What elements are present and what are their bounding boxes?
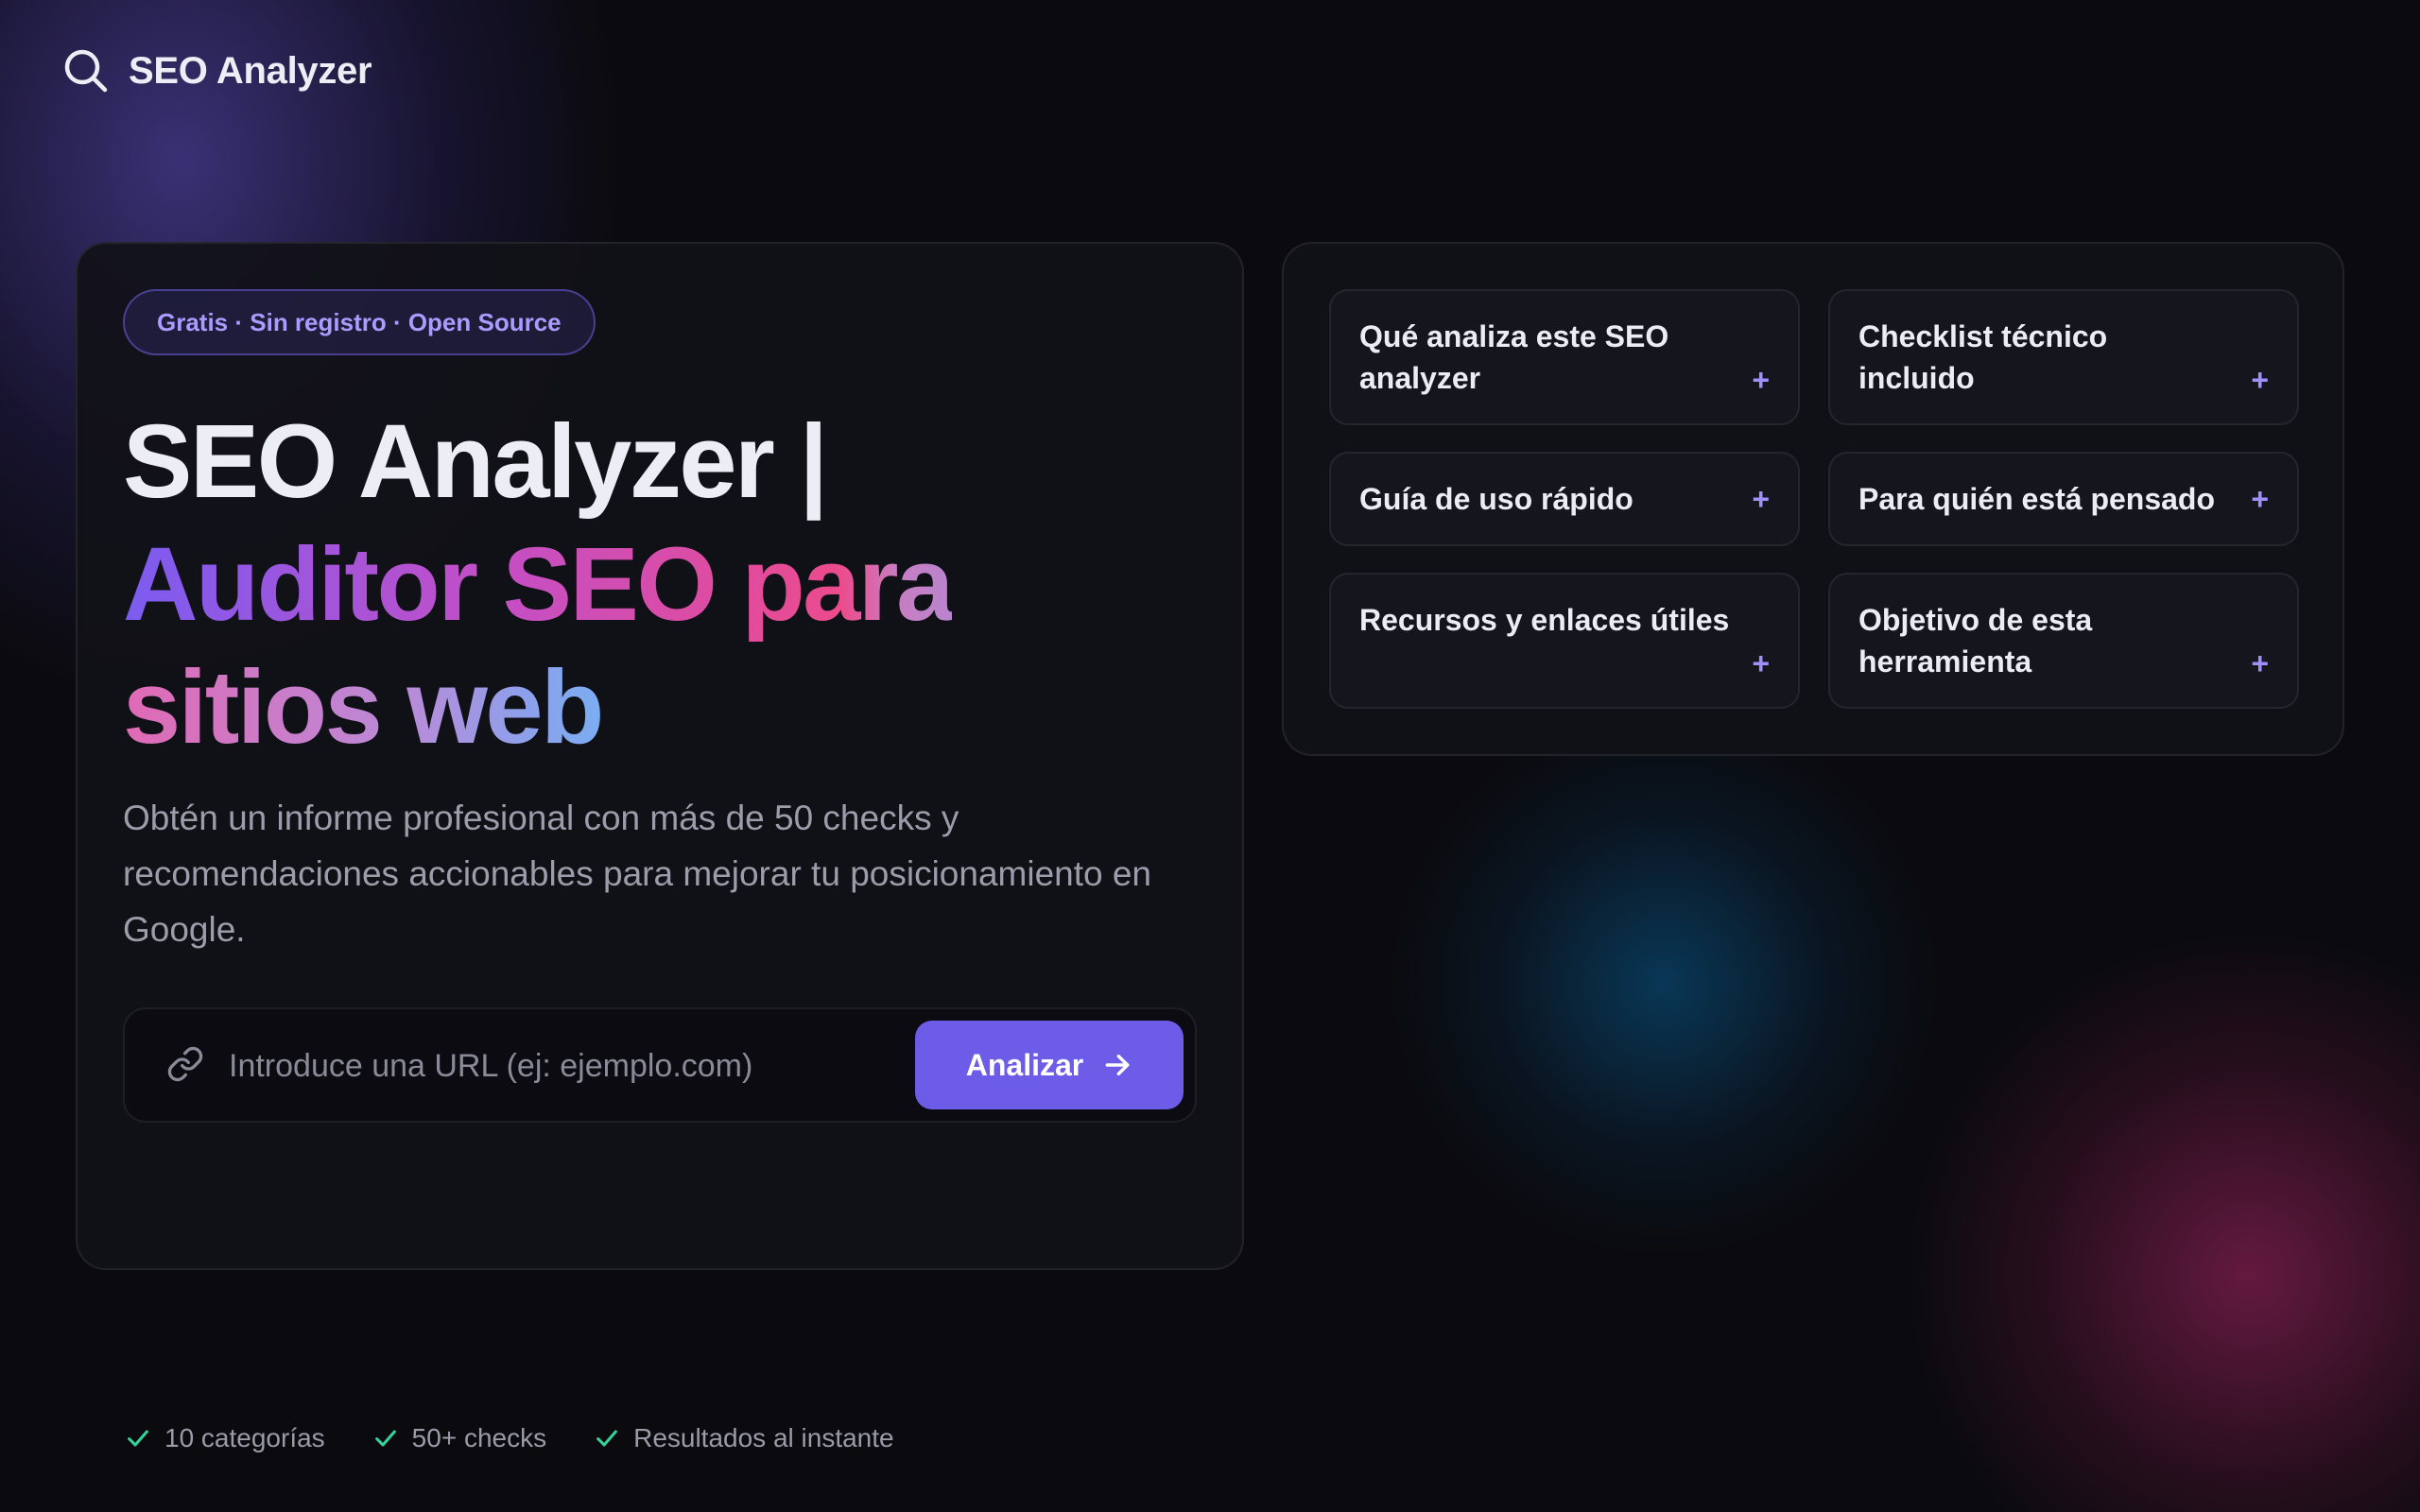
title-line-2-text: Auditor SEO para (123, 526, 954, 643)
faq-item-objetivo[interactable]: Objetivo de esta herramienta + (1828, 573, 2299, 709)
title-line-3: sitios web (123, 646, 1201, 769)
feature-list: 10 categorías 50+ checks Resultados al i… (125, 1423, 894, 1453)
faq-item-checklist-tecnico[interactable]: Checklist técnico incluido + (1828, 289, 2299, 425)
analyze-button[interactable]: Analizar (915, 1021, 1184, 1109)
arrow-right-icon (1105, 1054, 1130, 1076)
feature-item: 10 categorías (125, 1423, 325, 1453)
title-line-2: Auditor SEO para (123, 524, 1201, 646)
plus-icon: + (2251, 363, 2269, 397)
brand-header[interactable]: SEO Analyzer (62, 47, 372, 94)
analyze-button-label: Analizar (965, 1047, 1084, 1082)
feature-item: 50+ checks (372, 1423, 546, 1453)
faq-item-recursos[interactable]: Recursos y enlaces útiles + (1329, 573, 1800, 709)
check-icon (374, 1430, 396, 1447)
plus-icon: + (2251, 646, 2269, 680)
plus-icon: + (1752, 363, 1770, 397)
faq-item-guia-de-uso[interactable]: Guía de uso rápido + (1329, 452, 1800, 546)
feature-label: Resultados al instante (633, 1423, 894, 1452)
faq-question: Objetivo de esta herramienta (1858, 603, 2093, 679)
faq-question: Para quién está pensado (1858, 482, 2216, 516)
faq-question: Recursos y enlaces útiles (1359, 603, 1730, 637)
search-icon (64, 49, 108, 93)
faq-item-que-analiza[interactable]: Qué analiza este SEO analyzer + (1329, 289, 1800, 425)
plus-icon: + (1752, 482, 1770, 516)
hero-description: Obtén un informe profesional con más de … (123, 799, 1152, 949)
faq-question: Guía de uso rápido (1359, 482, 1634, 516)
title-line-3-text: sitios web (123, 649, 604, 765)
faq-question: Qué analiza este SEO analyzer (1359, 319, 1669, 395)
title-line-1: SEO Analyzer | (123, 404, 828, 520)
plus-icon: + (1752, 646, 1770, 680)
link-icon (167, 1046, 203, 1082)
feature-item: Resultados al instante (594, 1423, 894, 1453)
check-icon (128, 1430, 148, 1447)
feature-label: 50+ checks (411, 1423, 547, 1452)
faq-card: Qué analiza este SEO analyzer + Checklis… (1282, 242, 2344, 756)
badge-pill: Gratis · Sin registro · Open Source (123, 289, 596, 355)
url-form: Analizar (123, 1007, 1197, 1123)
brand-name: SEO Analyzer (129, 49, 372, 92)
plus-icon: + (2251, 482, 2269, 516)
faq-grid: Qué analiza este SEO analyzer + Checklis… (1329, 289, 2299, 709)
url-input[interactable] (227, 1034, 873, 1098)
feature-label: 10 categorías (164, 1423, 325, 1452)
check-icon (596, 1430, 617, 1447)
faq-question: Checklist técnico incluido (1858, 319, 2108, 395)
hero-card: Gratis · Sin registro · Open Source SEO … (76, 242, 1244, 1452)
faq-item-para-quien[interactable]: Para quién está pensado + (1828, 452, 2299, 546)
page-title: SEO Analyzer | Auditor SEO para sitios w… (123, 401, 1201, 769)
